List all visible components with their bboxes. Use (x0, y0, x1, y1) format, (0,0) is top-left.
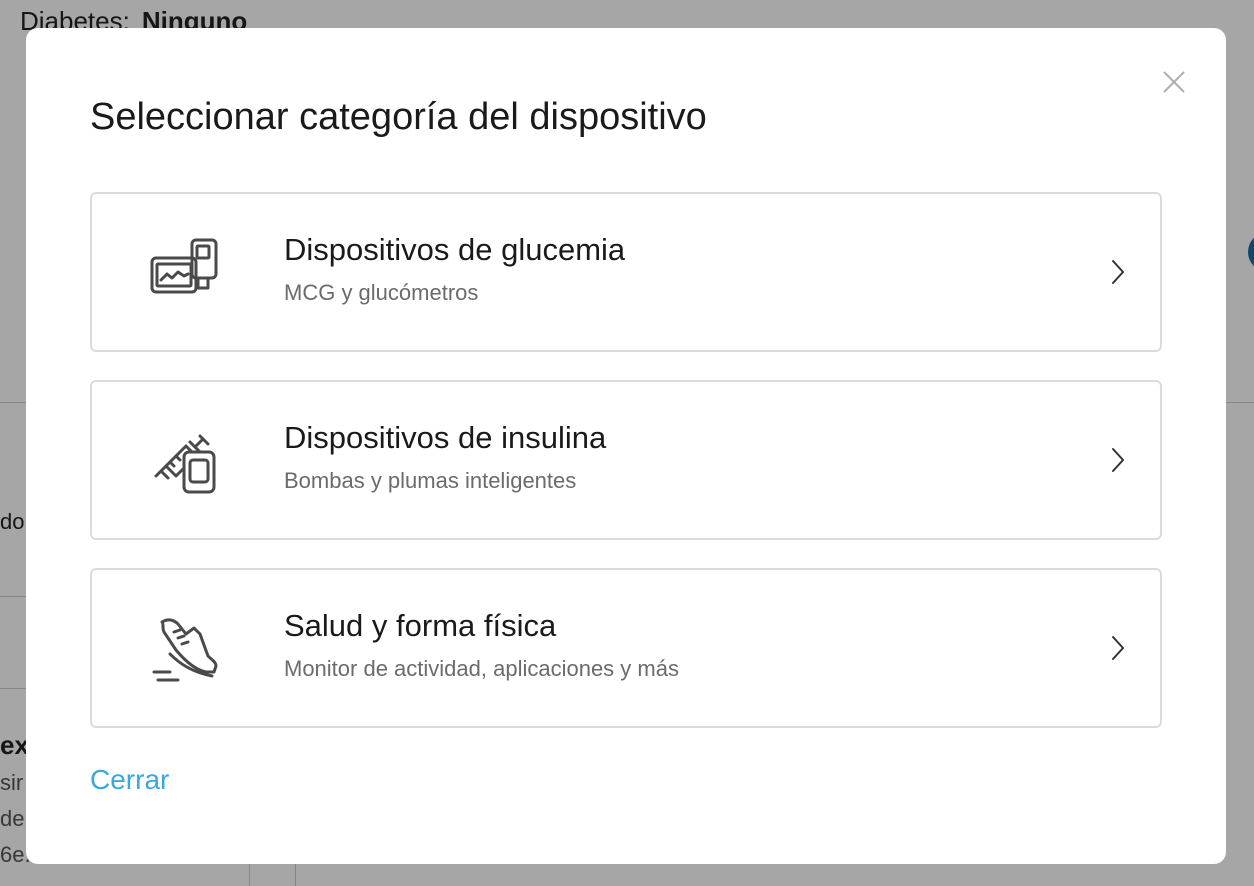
category-title: Salud y forma física (284, 608, 557, 643)
glucose-meter-icon (150, 238, 218, 294)
category-title: Dispositivos de glucemia (284, 232, 626, 267)
close-icon (1163, 71, 1185, 93)
running-shoe-icon (152, 618, 218, 682)
chevron-right-icon (1112, 260, 1125, 284)
category-card-fitness[interactable]: Salud y forma física Monitor de activida… (90, 568, 1162, 728)
category-subtitle: MCG y glucómetros (284, 280, 479, 305)
category-subtitle: Bombas y plumas inteligentes (284, 468, 577, 493)
close-link[interactable]: Cerrar (90, 764, 169, 796)
category-title: Dispositivos de insulina (284, 420, 607, 455)
chevron-right-icon (1112, 636, 1125, 660)
category-card-insulin[interactable]: Dispositivos de insulina Bombas y plumas… (90, 380, 1162, 540)
chevron-right-icon (1112, 448, 1125, 472)
category-card-glucose[interactable]: Dispositivos de glucemia MCG y glucómetr… (90, 192, 1162, 352)
modal-title: Seleccionar categoría del dispositivo (90, 96, 707, 138)
category-subtitle: Monitor de actividad, aplicaciones y más (284, 656, 679, 681)
insulin-syringe-icon (154, 434, 216, 494)
close-button[interactable] (1160, 68, 1188, 96)
device-category-modal: Seleccionar categoría del dispositivo Di… (26, 28, 1226, 864)
